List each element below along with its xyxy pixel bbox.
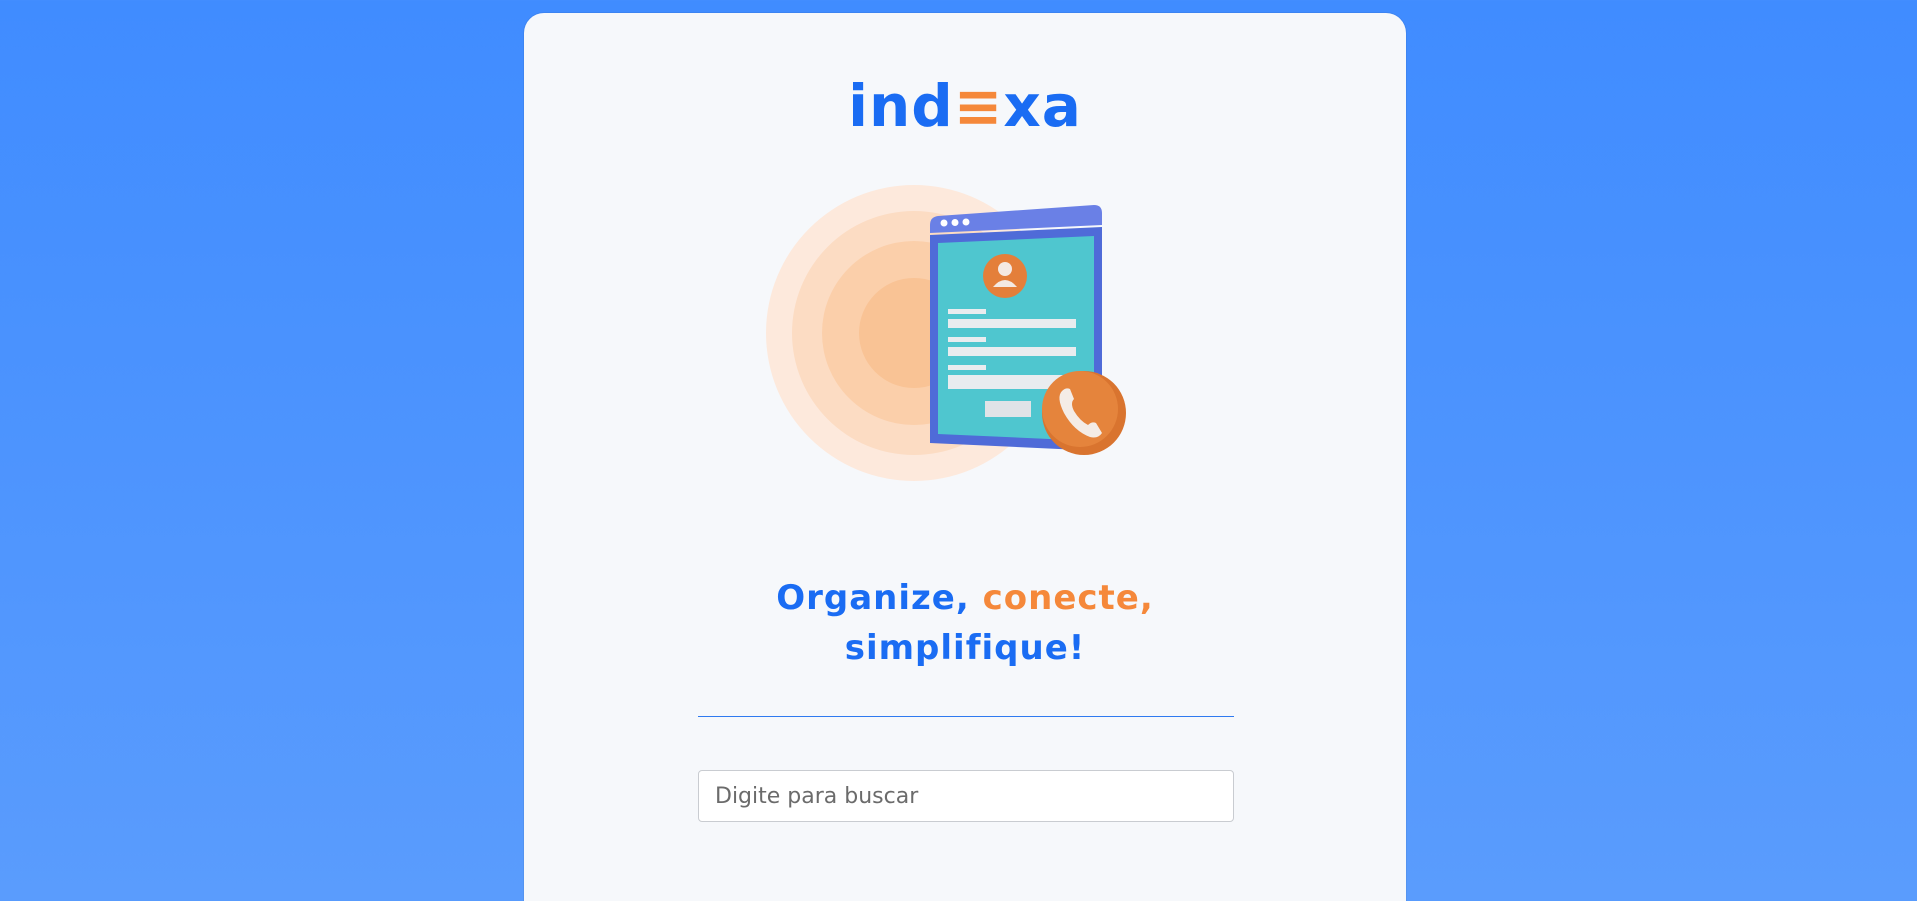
tagline-line-1: Organize, conecte, bbox=[524, 573, 1406, 623]
tagline-simplifique: simplifique! bbox=[844, 628, 1086, 668]
logo-text-start: ind bbox=[848, 72, 954, 140]
logo-text-end: xa bbox=[1003, 72, 1082, 140]
tagline-conecte: conecte, bbox=[982, 578, 1154, 618]
search-input[interactable] bbox=[698, 770, 1234, 822]
tagline-organize: Organize, bbox=[776, 578, 970, 618]
main-card: ind≡xa Organize, conecte, simplifique! D… bbox=[524, 13, 1406, 901]
indexa-logo: ind≡xa bbox=[524, 77, 1406, 135]
logo-text-accent: ≡ bbox=[953, 72, 1004, 140]
divider bbox=[698, 716, 1234, 717]
tagline-line-2: simplifique! bbox=[524, 623, 1406, 673]
contact-form-phone-icon bbox=[766, 185, 1126, 481]
tagline: Organize, conecte, simplifique! bbox=[524, 573, 1406, 673]
